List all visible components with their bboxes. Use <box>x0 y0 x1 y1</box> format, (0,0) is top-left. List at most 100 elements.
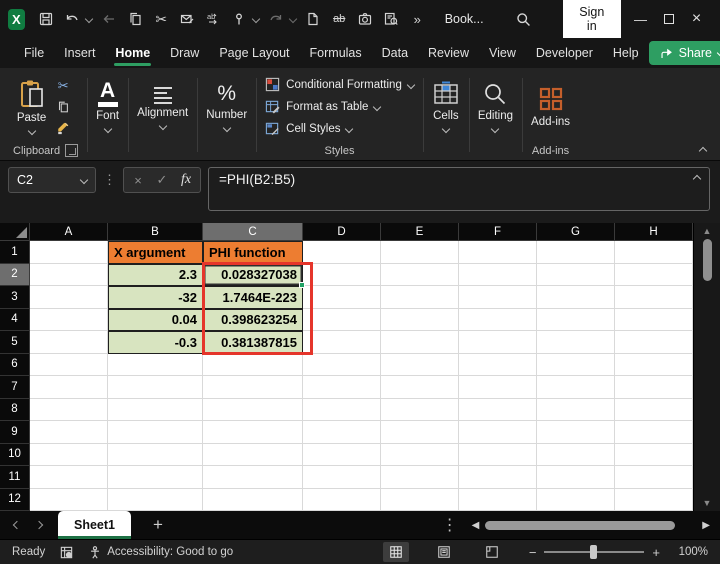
cell-G5[interactable] <box>537 331 615 354</box>
collapse-formula-bar-icon[interactable] <box>692 174 702 184</box>
cell-H12[interactable] <box>615 488 693 511</box>
cell-H2[interactable] <box>615 263 693 286</box>
cells-button[interactable]: Cells <box>432 81 460 134</box>
tab-draw[interactable]: Draw <box>160 41 209 65</box>
more-commands-icon[interactable]: » <box>405 6 430 32</box>
cell-C7[interactable] <box>203 376 303 399</box>
name-box-dropdown-icon[interactable] <box>79 175 89 185</box>
cancel-icon[interactable]: × <box>126 169 150 191</box>
cell-H3[interactable] <box>615 286 693 309</box>
vertical-scroll-thumb[interactable] <box>702 239 712 281</box>
cell-C11[interactable] <box>203 466 303 489</box>
vertical-scrollbar[interactable]: ▲ ▼ <box>693 223 720 511</box>
tab-view[interactable]: View <box>479 41 526 65</box>
zoom-slider-thumb[interactable] <box>590 545 598 559</box>
close-button[interactable]: × <box>683 4 710 34</box>
sheet-tab-sheet1[interactable]: Sheet1 <box>58 511 131 539</box>
strikethrough-icon[interactable]: ab <box>327 6 352 32</box>
row-header-7[interactable]: 7 <box>0 376 30 399</box>
formula-bar-drag-handle[interactable]: ⋮ <box>103 167 116 188</box>
row-header-6[interactable]: 6 <box>0 353 30 376</box>
number-button[interactable]: % Number <box>206 82 247 133</box>
cell-G11[interactable] <box>537 466 615 489</box>
cell-D10[interactable] <box>303 443 381 466</box>
undo-dropdown-icon[interactable] <box>82 6 96 32</box>
cell-H7[interactable] <box>615 376 693 399</box>
clipboard-dialog-launcher-icon[interactable] <box>65 144 79 157</box>
cell-B7[interactable] <box>108 376 203 399</box>
column-header-C[interactable]: C <box>203 223 303 241</box>
column-header-H[interactable]: H <box>615 223 693 241</box>
cell-E5[interactable] <box>381 331 459 354</box>
cell-A12[interactable] <box>30 488 108 511</box>
cell-E12[interactable] <box>381 488 459 511</box>
cell-F4[interactable] <box>459 308 537 331</box>
touch-mode-dropdown-icon[interactable] <box>249 6 263 32</box>
cell-F2[interactable] <box>459 263 537 286</box>
cell-B6[interactable] <box>108 353 203 376</box>
cell-E2[interactable] <box>381 263 459 286</box>
cell-C12[interactable] <box>203 488 303 511</box>
cell-D7[interactable] <box>303 376 381 399</box>
cell-H11[interactable] <box>615 466 693 489</box>
zoom-level[interactable]: 100% <box>674 546 708 558</box>
scroll-left-icon[interactable]: ◀ <box>468 520 484 531</box>
row-header-10[interactable]: 10 <box>0 443 30 466</box>
collapse-ribbon-icon[interactable] <box>698 146 708 156</box>
page-layout-view-button[interactable] <box>431 542 457 562</box>
cell-F1[interactable] <box>459 241 537 264</box>
cell-B4[interactable]: 0.04 <box>108 308 203 331</box>
cell-D2[interactable] <box>303 263 381 286</box>
cell-E11[interactable] <box>381 466 459 489</box>
normal-view-button[interactable] <box>382 542 409 562</box>
cell-B10[interactable] <box>108 443 203 466</box>
macro-record-icon[interactable] <box>59 545 74 560</box>
cell-C5[interactable]: 0.381387815 <box>203 331 303 354</box>
cell-C6[interactable] <box>203 353 303 376</box>
tab-formulas[interactable]: Formulas <box>300 41 372 65</box>
sheetbar-options-icon[interactable]: ⋮ <box>442 515 458 535</box>
paste-button[interactable]: Paste <box>17 79 46 136</box>
copy-button[interactable] <box>52 98 74 116</box>
accessibility-status[interactable]: Accessibility: Good to go <box>88 545 233 560</box>
horizontal-scrollbar[interactable] <box>483 519 698 531</box>
cell-G8[interactable] <box>537 398 615 421</box>
row-header-11[interactable]: 11 <box>0 466 30 489</box>
zoom-in-button[interactable]: + <box>652 545 660 560</box>
search-icon[interactable] <box>511 6 536 32</box>
cell-A10[interactable] <box>30 443 108 466</box>
cell-F12[interactable] <box>459 488 537 511</box>
cell-G4[interactable] <box>537 308 615 331</box>
column-header-A[interactable]: A <box>30 223 108 241</box>
cell-H4[interactable] <box>615 308 693 331</box>
row-header-4[interactable]: 4 <box>0 308 30 331</box>
row-header-1[interactable]: 1 <box>0 241 30 264</box>
format-as-table-button[interactable]: Format as Table <box>265 97 414 116</box>
cell-E7[interactable] <box>381 376 459 399</box>
cell-D11[interactable] <box>303 466 381 489</box>
cell-H8[interactable] <box>615 398 693 421</box>
formula-input[interactable]: =PHI(B2:B5) <box>208 167 710 211</box>
row-header-9[interactable]: 9 <box>0 421 30 444</box>
copy-icon[interactable] <box>123 6 148 32</box>
cell-A3[interactable] <box>30 286 108 309</box>
cell-C2[interactable]: 0.028327038 <box>203 263 305 288</box>
cell-H10[interactable] <box>615 443 693 466</box>
cell-E6[interactable] <box>381 353 459 376</box>
cell-E1[interactable] <box>381 241 459 264</box>
cell-A11[interactable] <box>30 466 108 489</box>
camera-icon[interactable] <box>353 6 378 32</box>
cell-F7[interactable] <box>459 376 537 399</box>
cell-B12[interactable] <box>108 488 203 511</box>
cell-A5[interactable] <box>30 331 108 354</box>
cell-A9[interactable] <box>30 421 108 444</box>
previous-sheet-icon[interactable] <box>6 520 28 530</box>
sign-in-button[interactable]: Sign in <box>562 0 621 38</box>
page-break-preview-button[interactable] <box>479 542 505 562</box>
cell-E8[interactable] <box>381 398 459 421</box>
cell-F5[interactable] <box>459 331 537 354</box>
new-sheet-button[interactable]: + <box>153 515 163 535</box>
cell-A8[interactable] <box>30 398 108 421</box>
cell-F3[interactable] <box>459 286 537 309</box>
cell-E4[interactable] <box>381 308 459 331</box>
